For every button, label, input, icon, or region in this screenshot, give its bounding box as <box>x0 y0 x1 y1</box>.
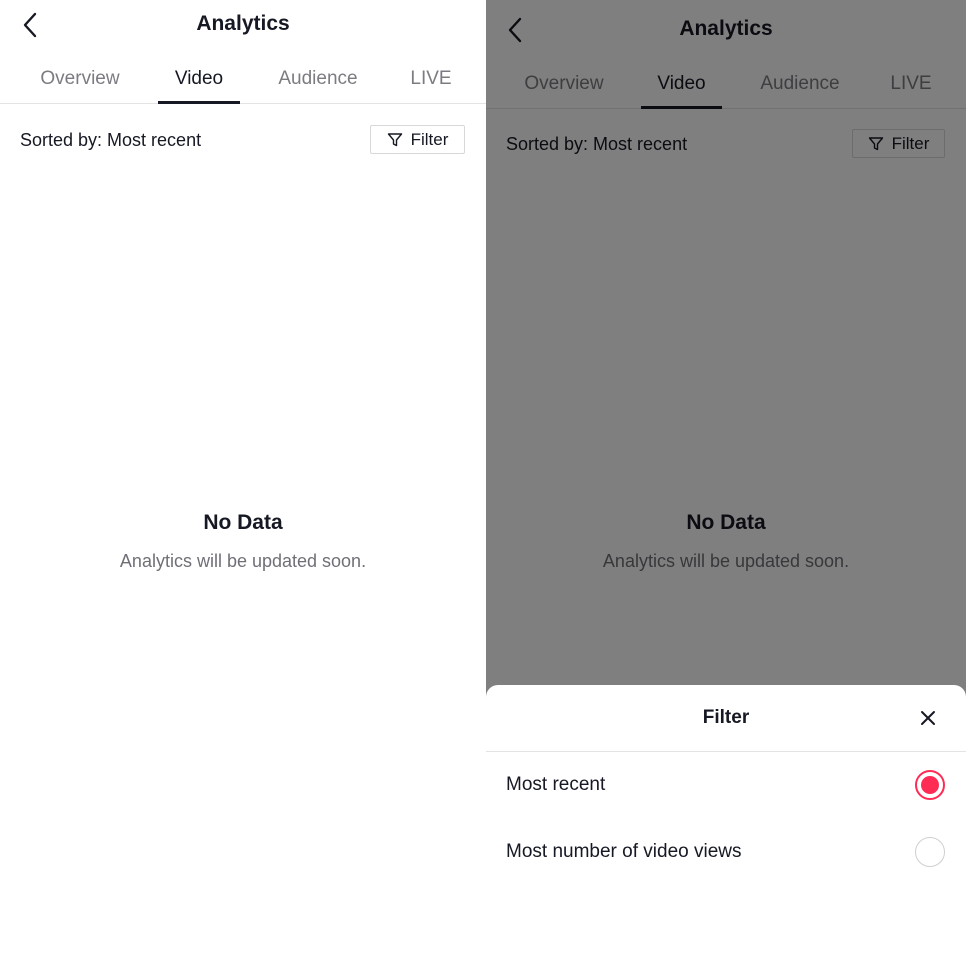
tab-overview[interactable]: Overview <box>20 55 140 103</box>
filter-bottom-sheet: Filter Most recent Most number of video … <box>486 685 966 980</box>
tab-active-indicator <box>158 101 240 104</box>
filter-button[interactable]: Filter <box>370 125 465 154</box>
analytics-screen: Analytics Overview Video Audience LIVE S… <box>0 0 486 980</box>
filter-option-most-recent[interactable]: Most recent <box>486 755 966 815</box>
filter-button-label: Filter <box>410 129 449 149</box>
sheet-title: Filter <box>702 707 750 728</box>
option-label: Most recent <box>506 774 606 795</box>
sheet-divider <box>486 751 966 752</box>
tab-live[interactable]: LIVE <box>400 55 462 103</box>
tab-bar: Overview Video Audience LIVE <box>0 55 486 104</box>
tab-video[interactable]: Video <box>158 55 240 103</box>
radio-unselected[interactable] <box>915 837 945 867</box>
close-icon <box>921 711 935 725</box>
filter-option-most-views[interactable]: Most number of video views <box>486 822 966 882</box>
close-button[interactable] <box>916 706 940 730</box>
analytics-screen-with-filter: Analytics Overview Video Audience LIVE S… <box>486 0 966 980</box>
page-title: Analytics <box>196 12 290 35</box>
empty-state-subtitle: Analytics will be updated soon. <box>119 551 367 571</box>
tab-audience[interactable]: Audience <box>262 55 374 103</box>
radio-selected[interactable] <box>915 770 945 800</box>
empty-state-title: No Data <box>203 511 283 534</box>
option-label: Most number of video views <box>506 841 742 862</box>
funnel-icon <box>387 132 402 146</box>
sort-label: Sorted by: Most recent <box>20 130 202 150</box>
